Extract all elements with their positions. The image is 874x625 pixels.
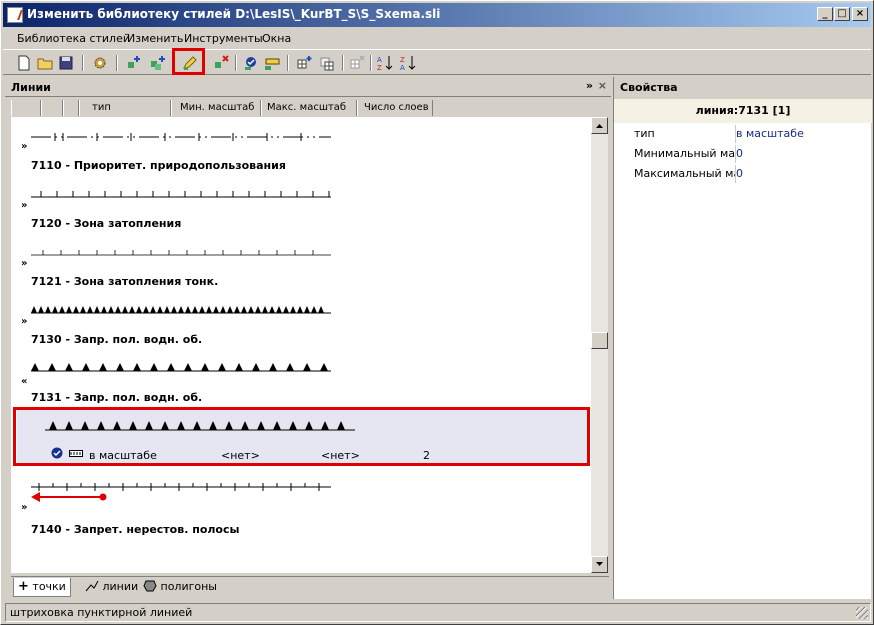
lines-panel-header: Линии » ×	[5, 77, 611, 97]
grid-delete-icon[interactable]	[348, 54, 366, 72]
property-row[interactable]: тип в масштабе	[614, 125, 872, 145]
expand-chevron-icon[interactable]: »	[21, 201, 27, 211]
expand-chevron-icon[interactable]: »	[21, 317, 27, 327]
close-panel-icon[interactable]: ×	[598, 79, 607, 92]
toolbar-separator	[370, 55, 372, 71]
menu-tools[interactable]: Инструменты	[184, 32, 263, 45]
line-style-label: 7130 - Запр. пол. водн. об.	[31, 333, 203, 346]
svg-text:A: A	[377, 56, 382, 64]
style-type-tabs: + точки линии полигоны	[11, 576, 609, 598]
property-row[interactable]: Максимальный масштаб 0	[614, 165, 872, 185]
resize-grip-icon[interactable]	[856, 607, 868, 619]
menu-style-library[interactable]: Библиотека стилей	[17, 32, 130, 45]
lines-panel-title: Линии	[11, 81, 51, 94]
properties-panel-title: Свойства	[614, 77, 872, 99]
selected-object-name: линия:7131 [1]	[614, 99, 872, 123]
check-style-icon[interactable]	[242, 54, 260, 72]
expand-chevron-icon[interactable]: »	[21, 259, 27, 269]
property-name: Минимальный масштаб	[632, 145, 736, 163]
add-point-icon[interactable]	[125, 54, 143, 72]
svg-text:Z: Z	[400, 56, 405, 64]
highlight-expanded-row	[13, 407, 590, 466]
open-folder-icon[interactable]	[36, 54, 54, 72]
column-blank-1[interactable]	[11, 100, 41, 116]
column-blank-3[interactable]	[63, 100, 79, 116]
toolbar-separator	[82, 55, 84, 71]
maximize-button[interactable]: □	[834, 7, 850, 21]
sort-za-icon[interactable]: ZA	[399, 54, 417, 72]
status-text: штриховка пунктирной линией	[10, 606, 193, 619]
properties-panel: Свойства линия:7131 [1] тип в масштабе М…	[613, 77, 872, 599]
line-pattern-sample	[31, 133, 331, 141]
plus-icon: +	[18, 579, 29, 594]
tab-polygons[interactable]: полигоны	[139, 578, 221, 597]
menu-edit[interactable]: Изменить	[127, 32, 183, 45]
highlight-edit-tool	[172, 48, 205, 75]
line-style-label: 7121 - Зона затопления тонк.	[31, 275, 219, 288]
line-style-label: 7120 - Зона затопления	[31, 217, 182, 230]
line-style-list: » 7110 - Приоритет. природопользования »…	[11, 117, 591, 573]
add-copy-icon[interactable]	[149, 54, 167, 72]
window-title: Изменить библиотеку стилей D:\LesIS\_Kur…	[27, 7, 441, 21]
svg-text:A: A	[400, 64, 405, 72]
line-pattern-sample	[31, 363, 331, 372]
column-blank-2[interactable]	[41, 100, 63, 116]
property-value[interactable]: 0	[736, 165, 743, 183]
delete-style-icon[interactable]	[213, 54, 231, 72]
expand-chevron-icon[interactable]: »	[21, 142, 27, 152]
close-button[interactable]: ×	[852, 7, 868, 21]
grid-add-icon[interactable]	[295, 54, 313, 72]
save-icon[interactable]	[57, 54, 75, 72]
scroll-up-button[interactable]	[591, 117, 608, 134]
grid-copy-icon[interactable]	[318, 54, 336, 72]
toolbar-separator	[287, 55, 289, 71]
line-sample-icon[interactable]	[263, 54, 281, 72]
tab-points[interactable]: + точки	[13, 578, 71, 597]
app-pencil-icon	[7, 7, 23, 23]
column-layer-count[interactable]: Число слоев	[357, 100, 433, 116]
line-style-label: 7110 - Приоритет. природопользования	[31, 159, 286, 172]
main-window: Изменить библиотеку стилей D:\LesIS\_Kur…	[0, 0, 874, 625]
scroll-down-button[interactable]	[591, 556, 608, 573]
property-row[interactable]: Минимальный масштаб 0	[614, 145, 872, 165]
menu-bar: Библиотека стилей Изменить Инструменты О…	[3, 29, 871, 49]
toolbar-separator	[235, 55, 237, 71]
title-bar[interactable]: Изменить библиотеку стилей D:\LesIS\_Kur…	[3, 3, 871, 27]
line-pattern-sample	[31, 191, 331, 198]
scroll-thumb[interactable]	[591, 332, 608, 349]
lines-panel: Линии » × тип Мин. масштаб Макс. масштаб…	[5, 77, 611, 599]
collapse-chevron-icon[interactable]: «	[21, 377, 27, 387]
line-style-label: 7131 - Запр. пол. водн. об.	[31, 391, 203, 404]
new-file-icon[interactable]	[15, 54, 33, 72]
column-header: тип Мин. масштаб Макс. масштаб Число сло…	[11, 100, 599, 116]
line-icon	[85, 580, 99, 592]
vertical-scrollbar[interactable]	[591, 117, 608, 573]
property-name: тип	[632, 125, 736, 143]
status-bar: штриховка пунктирной линией	[5, 603, 871, 622]
settings-gear-icon[interactable]	[91, 54, 109, 72]
column-max-scale[interactable]: Макс. масштаб	[261, 100, 357, 116]
minimize-button[interactable]: _	[817, 7, 833, 21]
expand-chevron-icon[interactable]: »	[21, 503, 27, 513]
toolbar: AZ ZA	[3, 49, 871, 75]
svg-text:Z: Z	[377, 64, 382, 72]
polygon-icon	[143, 580, 157, 592]
column-type[interactable]: тип	[79, 100, 171, 116]
line-style-label: 7140 - Запрет. нерестов. полосы	[31, 523, 240, 536]
collapse-panel-icon[interactable]: »	[586, 79, 593, 92]
menu-windows[interactable]: Окна	[262, 32, 291, 45]
line-pattern-sample	[31, 483, 331, 491]
property-name: Максимальный масштаб	[632, 165, 736, 183]
sort-az-icon[interactable]: AZ	[376, 54, 394, 72]
property-value[interactable]: 0	[736, 145, 743, 163]
property-value[interactable]: в масштабе	[736, 125, 804, 143]
toolbar-separator	[342, 55, 344, 71]
column-min-scale[interactable]: Мин. масштаб	[171, 100, 261, 116]
toolbar-separator	[116, 55, 118, 71]
line-pattern-sample	[31, 306, 331, 314]
tab-lines[interactable]: линии	[81, 578, 142, 597]
line-pattern-sample	[31, 250, 331, 256]
